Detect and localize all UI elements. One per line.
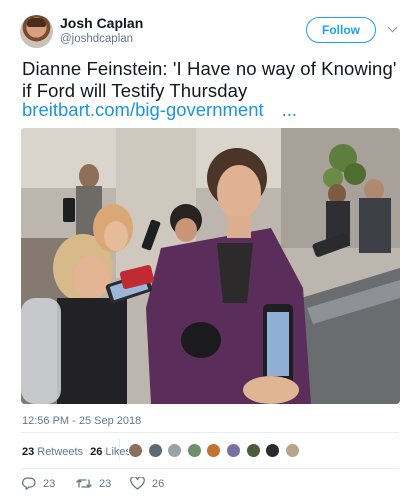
likers-avatars — [128, 443, 304, 458]
divider — [21, 468, 399, 469]
liker-avatar[interactable] — [128, 443, 143, 458]
tweet-card: Josh Caplan @joshdcaplan Follow Dianne F… — [0, 0, 413, 500]
likes-stat[interactable]: 26Likes — [90, 446, 131, 458]
retweet-button[interactable]: 23 — [76, 477, 111, 490]
photo-illustration — [21, 128, 400, 404]
engagement-stats: 23Retweets 26Likes — [22, 446, 131, 458]
follow-button[interactable]: Follow — [306, 17, 376, 43]
reply-count: 23 — [43, 477, 56, 490]
reply-button[interactable]: 23 — [22, 477, 55, 490]
liker-avatar[interactable] — [147, 443, 163, 458]
author-avatar[interactable] — [20, 15, 53, 48]
retweets-stat[interactable]: 23 Retweets — [22, 446, 83, 458]
liker-avatar[interactable] — [284, 443, 300, 458]
retweet-icon — [76, 479, 92, 488]
link-ellipsis: ... — [281, 99, 298, 120]
reply-icon — [22, 477, 36, 490]
retweets-count: 23 — [22, 446, 35, 458]
tweet-link[interactable]: breitbart.com/big-government — [22, 99, 264, 120]
author-name[interactable]: Josh Caplan — [60, 15, 143, 31]
likes-count: 26 — [90, 446, 103, 458]
tweet-text: Dianne Feinstein: 'I Have no way of Know… — [22, 58, 397, 101]
chevron-down-icon[interactable] — [387, 22, 398, 33]
author-handle[interactable]: @joshdcaplan — [60, 33, 133, 45]
divider — [21, 432, 399, 433]
liker-avatar[interactable] — [186, 443, 202, 458]
liker-avatar[interactable] — [225, 443, 241, 458]
stats-separator — [119, 439, 120, 461]
liker-avatar[interactable] — [265, 443, 281, 458]
tweet-link-line: breitbart.com/big-government... — [22, 99, 297, 121]
retweet-count: 23 — [99, 477, 112, 490]
liker-avatar[interactable] — [206, 443, 222, 458]
retweets-label: Retweets — [37, 446, 84, 458]
heart-icon — [130, 477, 145, 490]
tweet-timestamp[interactable]: 12:56 PM - 25 Sep 2018 — [22, 415, 141, 427]
tweet-photo[interactable] — [21, 128, 400, 404]
like-count: 26 — [152, 477, 165, 490]
liker-avatar[interactable] — [167, 443, 183, 458]
liker-avatar[interactable] — [245, 443, 261, 458]
like-button[interactable]: 26 — [130, 477, 164, 490]
